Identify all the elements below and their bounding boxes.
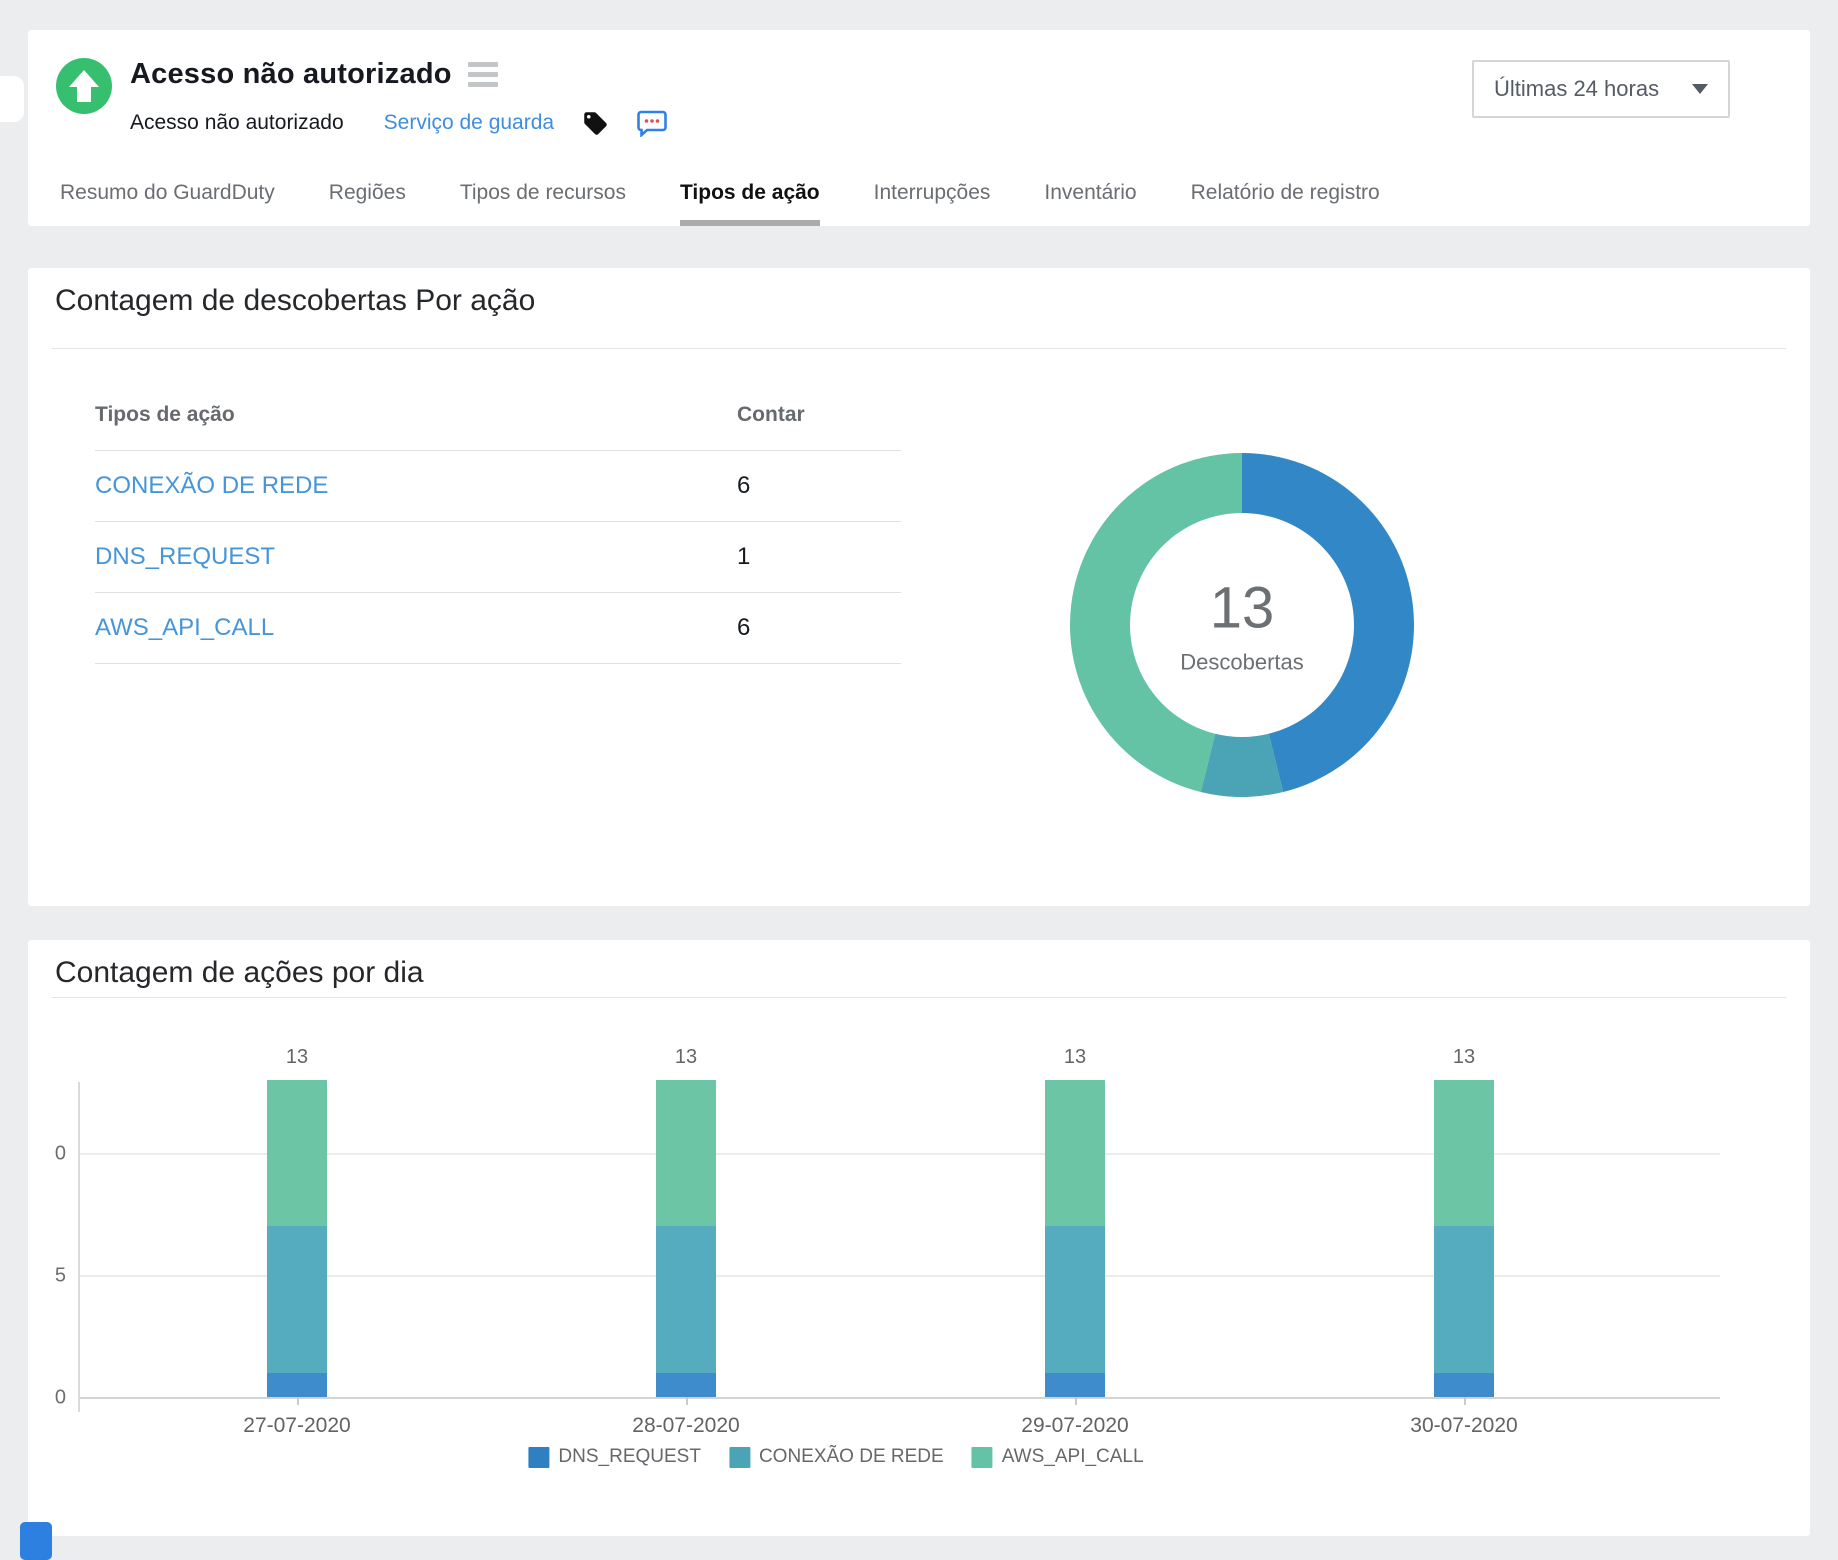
header-card: Acesso não autorizado Acesso não autoriz… [28, 30, 1810, 226]
severity-up-icon [56, 58, 112, 114]
bar-segment-conexao-de-rede[interactable] [267, 1226, 327, 1372]
table-header-row: Tipos de ação Contar [95, 380, 901, 451]
legend-swatch [729, 1447, 750, 1468]
column-header-count: Contar [737, 403, 805, 427]
bar-segment-conexao-de-rede[interactable] [656, 1226, 716, 1372]
page-title: Acesso não autorizado [130, 58, 452, 91]
bar-segment-dns-request[interactable] [267, 1373, 327, 1397]
findings-by-action-panel: Contagem de descobertas Por ação Tipos d… [28, 268, 1810, 906]
bar-total-label: 13 [1015, 1046, 1135, 1069]
action-link-conexao-de-rede[interactable]: CONEXÃO DE REDE [95, 472, 737, 500]
findings-donut-chart: 13 Descobertas [1070, 453, 1414, 797]
legend-label: DNS_REQUEST [558, 1446, 701, 1468]
action-count: 6 [737, 472, 750, 500]
tag-icon[interactable] [582, 110, 609, 137]
x-axis-date-label: 29-07-2020 [985, 1414, 1165, 1438]
chat-widget[interactable] [20, 1522, 52, 1560]
bar-segment-conexao-de-rede[interactable] [1045, 1226, 1105, 1372]
tab-interrupcoes[interactable]: Interrupções [874, 181, 991, 226]
x-axis-date-label: 30-07-2020 [1374, 1414, 1554, 1438]
bar-segment-dns-request[interactable] [656, 1373, 716, 1397]
x-tick [686, 1397, 688, 1405]
bar-segment-aws-api-call[interactable] [656, 1080, 716, 1226]
y-tick-label: 0 [30, 1143, 66, 1166]
subtitle: Acesso não autorizado [130, 111, 344, 135]
bar-segment-dns-request[interactable] [1045, 1373, 1105, 1397]
donut-total-value: 13 [1180, 575, 1304, 642]
action-types-table: Tipos de ação Contar CONEXÃO DE REDE6DNS… [95, 380, 901, 664]
legend-item-aws-api-call[interactable]: AWS_API_CALL [972, 1446, 1144, 1468]
legend-swatch [972, 1447, 993, 1468]
bar-total-label: 13 [1404, 1046, 1524, 1069]
tab-tipos-de-recursos[interactable]: Tipos de recursos [460, 181, 626, 226]
action-count: 1 [737, 543, 750, 571]
actions-per-day-chart: 0 5 0 13 27-07-2020 13 28-07-2020 13 29-07-2020 1… [28, 940, 1810, 1536]
table-row: DNS_REQUEST1 [95, 522, 901, 593]
x-tick [1075, 1397, 1077, 1405]
panel-title: Contagem de descobertas Por ação [55, 284, 535, 318]
donut-center: 13 Descobertas [1180, 575, 1304, 676]
action-link-aws-api-call[interactable]: AWS_API_CALL [95, 614, 737, 642]
menu-icon[interactable] [468, 62, 498, 87]
tab-bar: Resumo do GuardDuty Regiões Tipos de recur… [60, 181, 1380, 226]
bar-segment-aws-api-call[interactable] [1434, 1080, 1494, 1226]
service-link[interactable]: Serviço de guarda [384, 111, 554, 135]
legend-label: CONEXÃO DE REDE [759, 1446, 944, 1468]
donut-slice-dns-request[interactable] [1201, 734, 1283, 797]
tab-relatorio-de-registro[interactable]: Relatório de registro [1191, 181, 1380, 226]
legend-swatch [528, 1447, 549, 1468]
time-range-value: Últimas 24 horas [1494, 76, 1659, 102]
y-tick-label: 0 [30, 1387, 66, 1410]
actions-per-day-panel: Contagem de ações por dia 0501327-07-202… [28, 940, 1810, 1536]
tab-resumo-do-guardduty[interactable]: Resumo do GuardDuty [60, 181, 275, 226]
table-row: CONEXÃO DE REDE6 [95, 451, 901, 522]
divider [52, 348, 1786, 349]
x-axis-line [78, 1397, 1720, 1399]
tab-inventario[interactable]: Inventário [1044, 181, 1136, 226]
tab-tipos-de-acao[interactable]: Tipos de ação [680, 181, 820, 226]
severity-up-icon-svg [56, 58, 112, 114]
x-axis-date-label: 27-07-2020 [207, 1414, 387, 1438]
bar-segment-aws-api-call[interactable] [1045, 1080, 1105, 1226]
left-panel-handle[interactable] [0, 76, 24, 122]
bar-segment-aws-api-call[interactable] [267, 1080, 327, 1226]
donut-total-label: Descobertas [1180, 650, 1304, 676]
header-top: Acesso não autorizado Acesso não autoriz… [56, 54, 667, 138]
comment-icon[interactable] [637, 109, 667, 137]
bar-total-label: 13 [626, 1046, 746, 1069]
bar-segment-dns-request[interactable] [1434, 1373, 1494, 1397]
x-axis-date-label: 28-07-2020 [596, 1414, 776, 1438]
caret-down-icon [1692, 84, 1708, 94]
x-tick [297, 1397, 299, 1405]
y-axis-line [78, 1082, 80, 1412]
dashboard-page: Acesso não autorizado Acesso não autoriz… [0, 0, 1838, 1560]
legend-label: AWS_API_CALL [1002, 1446, 1144, 1468]
x-tick [1464, 1397, 1466, 1405]
legend-item-dns-request[interactable]: DNS_REQUEST [528, 1446, 701, 1468]
bar-segment-conexao-de-rede[interactable] [1434, 1226, 1494, 1372]
time-range-selector[interactable]: Últimas 24 horas [1472, 60, 1730, 118]
action-link-dns-request[interactable]: DNS_REQUEST [95, 543, 737, 571]
action-count: 6 [737, 614, 750, 642]
column-header-action: Tipos de ação [95, 403, 737, 427]
legend-item-conexao-de-rede[interactable]: CONEXÃO DE REDE [729, 1446, 944, 1468]
tab-regioes[interactable]: Regiões [329, 181, 406, 226]
chart-legend: DNS_REQUEST CONEXÃO DE REDE AWS_API_CALL [528, 1446, 1143, 1468]
table-row: AWS_API_CALL6 [95, 593, 901, 664]
y-tick-label: 5 [30, 1265, 66, 1288]
bar-total-label: 13 [237, 1046, 357, 1069]
title-block: Acesso não autorizado Acesso não autoriz… [130, 54, 667, 138]
